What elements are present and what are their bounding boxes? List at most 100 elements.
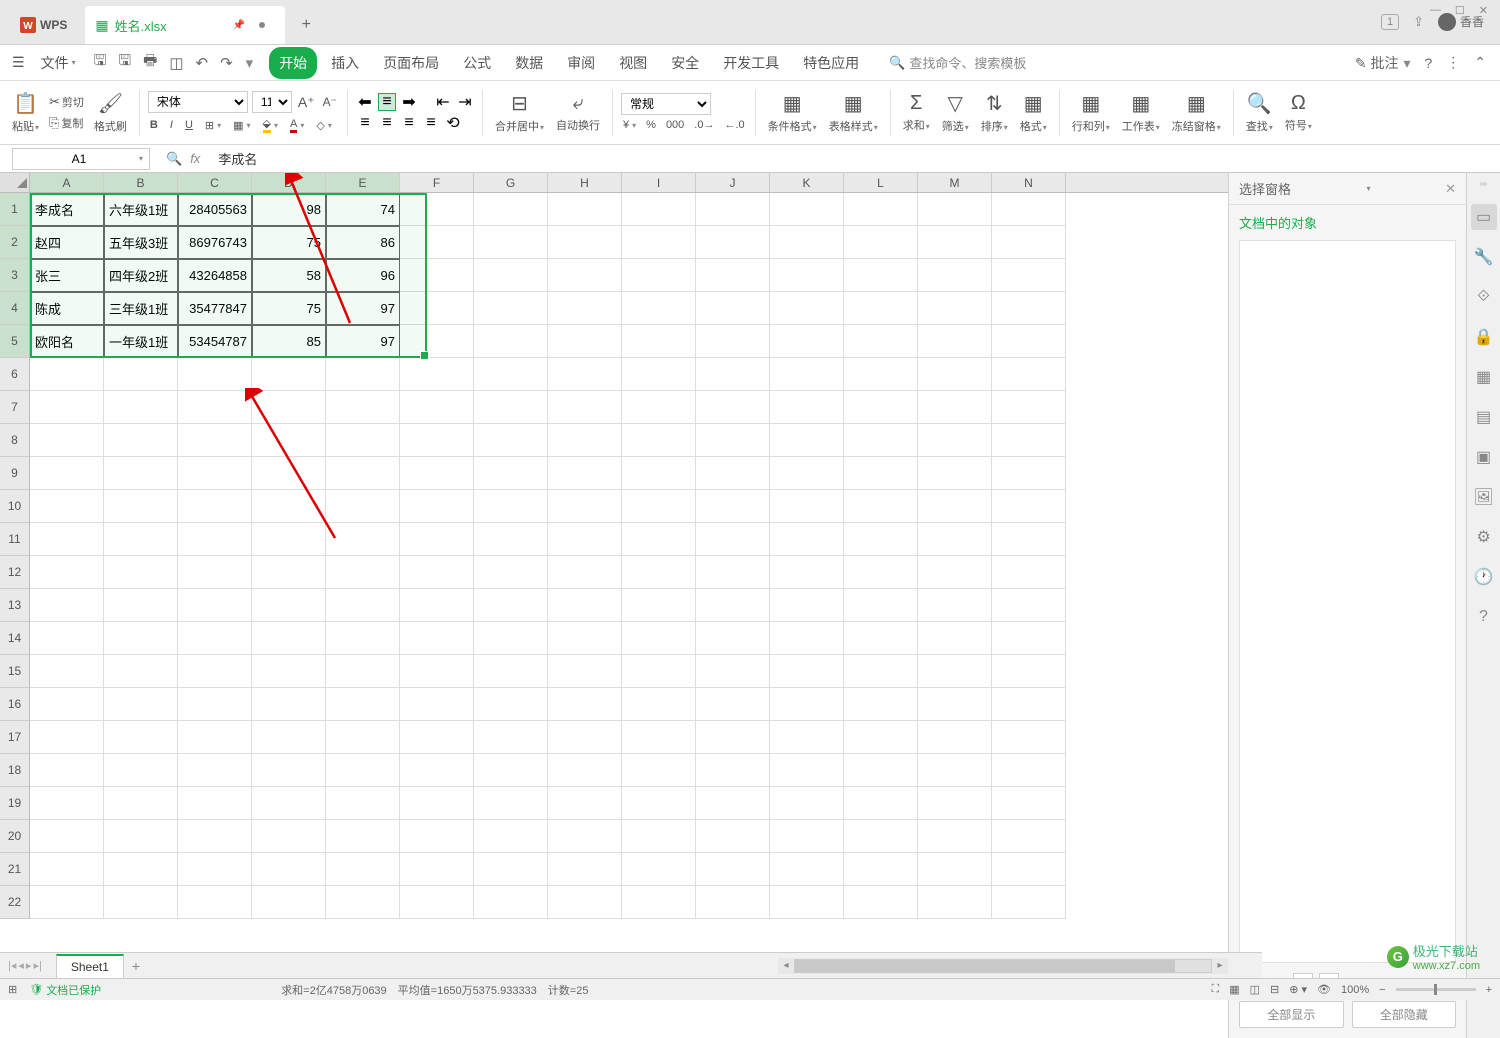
cell[interactable]: [992, 259, 1066, 292]
cell[interactable]: [474, 193, 548, 226]
view-page-icon[interactable]: ◫: [1250, 983, 1260, 996]
file-menu[interactable]: 文件▾: [35, 49, 82, 77]
cell[interactable]: [400, 193, 474, 226]
format-button[interactable]: ▦格式▾: [1016, 89, 1051, 136]
cell[interactable]: [770, 325, 844, 358]
cell[interactable]: [178, 820, 252, 853]
row-header[interactable]: 9: [0, 457, 30, 490]
cell[interactable]: [400, 721, 474, 754]
tab-view[interactable]: 视图: [609, 47, 657, 79]
cell[interactable]: [548, 523, 622, 556]
notification-badge[interactable]: 1: [1381, 14, 1399, 30]
command-search[interactable]: 🔍 查找命令、搜索模板: [889, 53, 1026, 72]
cell[interactable]: [696, 688, 770, 721]
cell[interactable]: [326, 457, 400, 490]
cell[interactable]: [992, 754, 1066, 787]
cell[interactable]: [326, 358, 400, 391]
cell[interactable]: [178, 424, 252, 457]
font-size-select[interactable]: 11: [252, 91, 292, 113]
cell[interactable]: [104, 721, 178, 754]
row-header[interactable]: 2: [0, 226, 30, 259]
cell[interactable]: [252, 853, 326, 886]
cell[interactable]: [918, 556, 992, 589]
cell[interactable]: [770, 589, 844, 622]
column-header[interactable]: H: [548, 173, 622, 192]
align-justify-button[interactable]: ≡: [422, 114, 440, 132]
cell[interactable]: [474, 391, 548, 424]
cell[interactable]: [844, 325, 918, 358]
cell[interactable]: [474, 622, 548, 655]
cell[interactable]: [844, 259, 918, 292]
cell[interactable]: [252, 391, 326, 424]
cell[interactable]: [918, 688, 992, 721]
column-header[interactable]: K: [770, 173, 844, 192]
scroll-right-icon[interactable]: ▸: [1212, 960, 1228, 971]
cell[interactable]: [30, 787, 104, 820]
row-header[interactable]: 3: [0, 259, 30, 292]
cell[interactable]: [622, 721, 696, 754]
worksheet-button[interactable]: ▦工作表▾: [1118, 89, 1164, 136]
cell[interactable]: [696, 259, 770, 292]
cell[interactable]: 86976743: [178, 226, 252, 259]
save-as-icon[interactable]: 🖫: [118, 50, 131, 75]
cell[interactable]: [622, 325, 696, 358]
cell[interactable]: [918, 226, 992, 259]
cell[interactable]: [30, 622, 104, 655]
cell[interactable]: 陈成: [30, 292, 104, 325]
add-sheet-button[interactable]: +: [132, 958, 140, 974]
column-header[interactable]: D: [252, 173, 326, 192]
cell[interactable]: [104, 655, 178, 688]
prev-sheet-icon[interactable]: ◂: [18, 959, 24, 972]
cell[interactable]: [178, 754, 252, 787]
cell[interactable]: [622, 886, 696, 919]
cell[interactable]: [696, 457, 770, 490]
tab-home[interactable]: 开始: [269, 47, 317, 79]
cell[interactable]: [992, 787, 1066, 820]
cell[interactable]: [548, 886, 622, 919]
cell[interactable]: [400, 556, 474, 589]
column-header[interactable]: M: [918, 173, 992, 192]
cell[interactable]: [992, 358, 1066, 391]
cell[interactable]: [400, 391, 474, 424]
cell[interactable]: [326, 589, 400, 622]
cell[interactable]: [104, 787, 178, 820]
print-preview-icon[interactable]: ◫: [169, 54, 183, 72]
name-box-dropdown-icon[interactable]: ▾: [139, 154, 143, 163]
cell[interactable]: [622, 490, 696, 523]
cell[interactable]: [622, 754, 696, 787]
cell[interactable]: [622, 622, 696, 655]
show-all-button[interactable]: 全部显示: [1239, 1001, 1344, 1028]
cell[interactable]: [30, 853, 104, 886]
row-header[interactable]: 18: [0, 754, 30, 787]
cell[interactable]: [252, 721, 326, 754]
view-break-icon[interactable]: ⊟: [1270, 983, 1279, 996]
row-header[interactable]: 6: [0, 358, 30, 391]
cell[interactable]: [178, 490, 252, 523]
cell[interactable]: [770, 523, 844, 556]
cell[interactable]: [400, 655, 474, 688]
cell[interactable]: [178, 556, 252, 589]
cell[interactable]: [474, 457, 548, 490]
cell[interactable]: [104, 490, 178, 523]
cond-format-button[interactable]: ▦条件格式▾: [764, 89, 821, 136]
cell[interactable]: [548, 193, 622, 226]
wrench-icon[interactable]: 🔧: [1471, 244, 1497, 270]
cell[interactable]: [474, 754, 548, 787]
align-top-button[interactable]: ⬅: [356, 93, 374, 111]
cell[interactable]: [104, 358, 178, 391]
cell[interactable]: [178, 886, 252, 919]
close-window-button[interactable]: ✕: [1479, 4, 1488, 17]
cell[interactable]: [400, 523, 474, 556]
sum-button[interactable]: Σ求和▾: [899, 90, 934, 135]
grid-icon[interactable]: ▦: [1471, 364, 1497, 390]
cell[interactable]: [844, 853, 918, 886]
cell[interactable]: [548, 457, 622, 490]
column-header[interactable]: C: [178, 173, 252, 192]
cell[interactable]: [252, 556, 326, 589]
cell[interactable]: [992, 688, 1066, 721]
cell[interactable]: [474, 589, 548, 622]
cell[interactable]: [400, 358, 474, 391]
cell[interactable]: [770, 457, 844, 490]
cell[interactable]: [992, 523, 1066, 556]
cell[interactable]: [400, 325, 474, 358]
